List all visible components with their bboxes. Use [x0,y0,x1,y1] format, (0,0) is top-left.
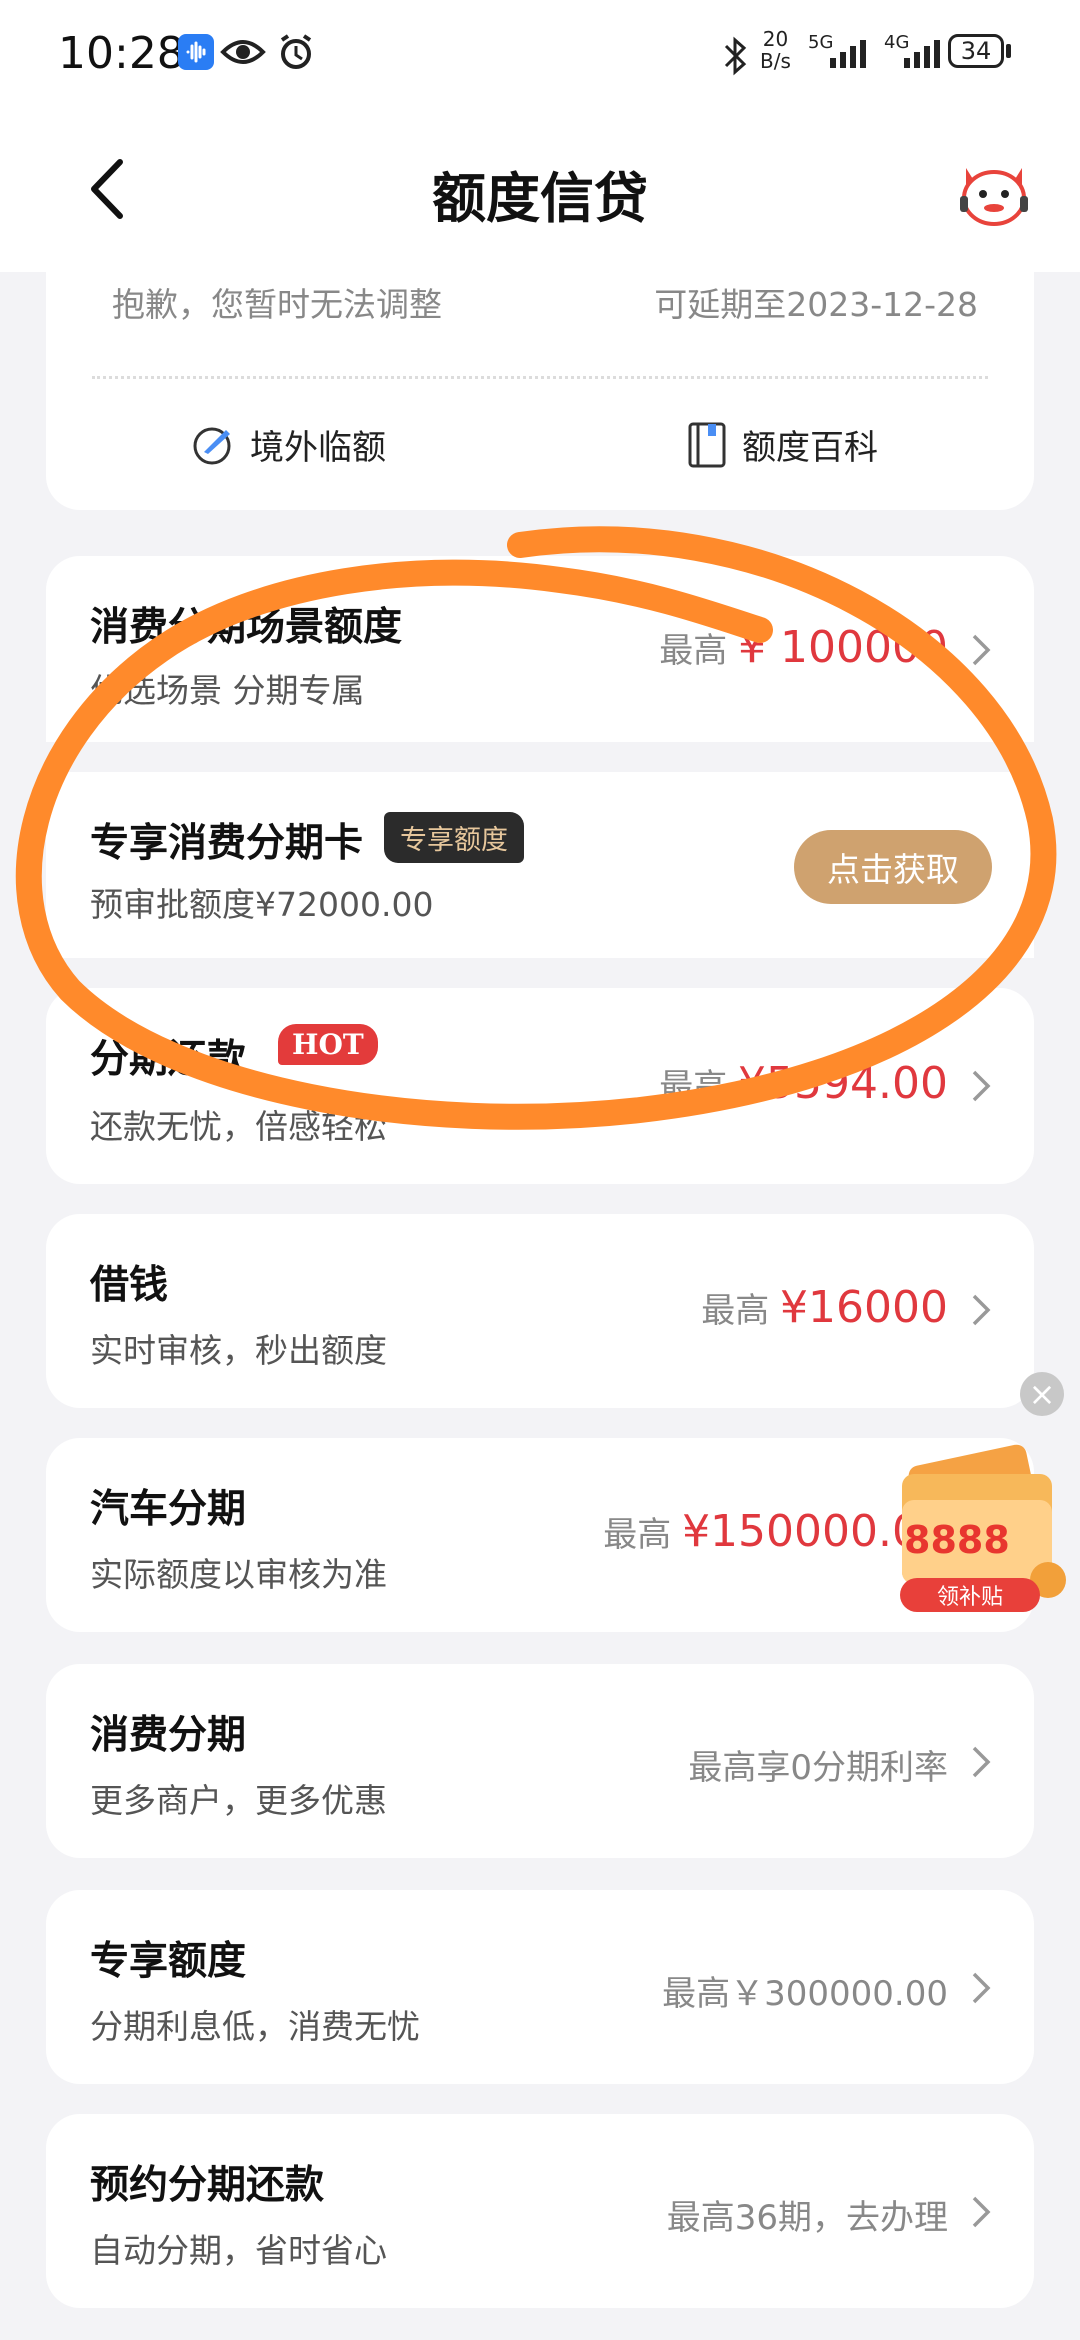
bluetooth-icon [724,36,747,76]
battery-level: 34 [960,37,992,65]
eye-icon [220,40,266,64]
header-bar: 额度信贷 [0,110,1080,272]
book-icon [688,422,726,467]
divider [92,376,988,379]
item-right-text: 最高享0分期利率 [688,1748,948,1788]
item-title: 借钱 [90,1263,169,1308]
item-subtitle: 实际额度以审核为准 [90,1555,387,1594]
voice-app-icon [178,34,214,70]
item-title: 预约分期还款 [90,2163,325,2208]
extend-date: 可延期至2023-12-28 [654,285,978,324]
item-title: 专享额度 [90,1939,247,1984]
overseas-temp-limit-label: 境外临额 [250,428,386,468]
limit-wiki-link[interactable]: 额度百科 [686,420,878,469]
customer-service-mascot-icon[interactable] [956,154,1032,230]
close-promo-button[interactable]: × [1020,1372,1064,1416]
item-title: 汽车分期 [90,1487,247,1532]
limit-status-card: 抱歉，您暂时无法调整 可延期至2023-12-28 境外临额 额度百科 [46,272,1034,510]
annotation-circle [15,526,1057,1130]
status-time: 10:28 [58,28,185,79]
claim-subsidy-button[interactable]: 领补贴 [900,1578,1040,1612]
plane-clock-icon [193,427,231,464]
signal-icon-2 [904,40,940,68]
signal-icon [830,40,866,68]
item-subtitle: 自动分期，省时省心 [90,2231,387,2270]
item-subtitle: 分期利息低，消费无忧 [90,2007,420,2046]
status-bar: 10:28 20 B/s 5G 4G 34 [0,0,1080,110]
battery-icon: 34 [948,34,1004,68]
promo-amount: 8888 [904,1518,1010,1562]
item-subtitle: 实时审核，秒出额度 [90,1331,387,1370]
list-item[interactable]: 借钱 实时审核，秒出额度 最高 ¥16000 [46,1214,1034,1408]
item-title: 消费分期 [90,1713,247,1758]
chevron-right-icon [972,1294,991,1326]
overseas-temp-limit-link[interactable]: 境外临额 [190,420,386,469]
item-max-amount: 最高 ¥16000 [701,1282,948,1333]
chevron-right-icon [972,2196,991,2228]
limit-wiki-label: 额度百科 [742,428,878,468]
list-item[interactable]: 消费分期 更多商户，更多优惠 最高享0分期利率 [46,1664,1034,1858]
page-title: 额度信贷 [432,167,648,230]
item-subtitle: 更多商户，更多优惠 [90,1781,387,1820]
item-right-text: 最高￥300000.00 [662,1974,948,2014]
item-right-text: 最高36期，去办理 [666,2198,948,2238]
chevron-right-icon [972,1972,991,2004]
chevron-right-icon [972,1746,991,1778]
adjust-notice: 抱歉，您暂时无法调整 [112,285,442,324]
battery-tip [1006,44,1011,58]
net-speed: 20 B/s [760,27,791,73]
list-item[interactable]: 专享额度 分期利息低，消费无忧 最高￥300000.00 [46,1890,1034,2084]
list-item[interactable]: 预约分期还款 自动分期，省时省心 最高36期，去办理 [46,2114,1034,2308]
alarm-icon [280,34,312,69]
